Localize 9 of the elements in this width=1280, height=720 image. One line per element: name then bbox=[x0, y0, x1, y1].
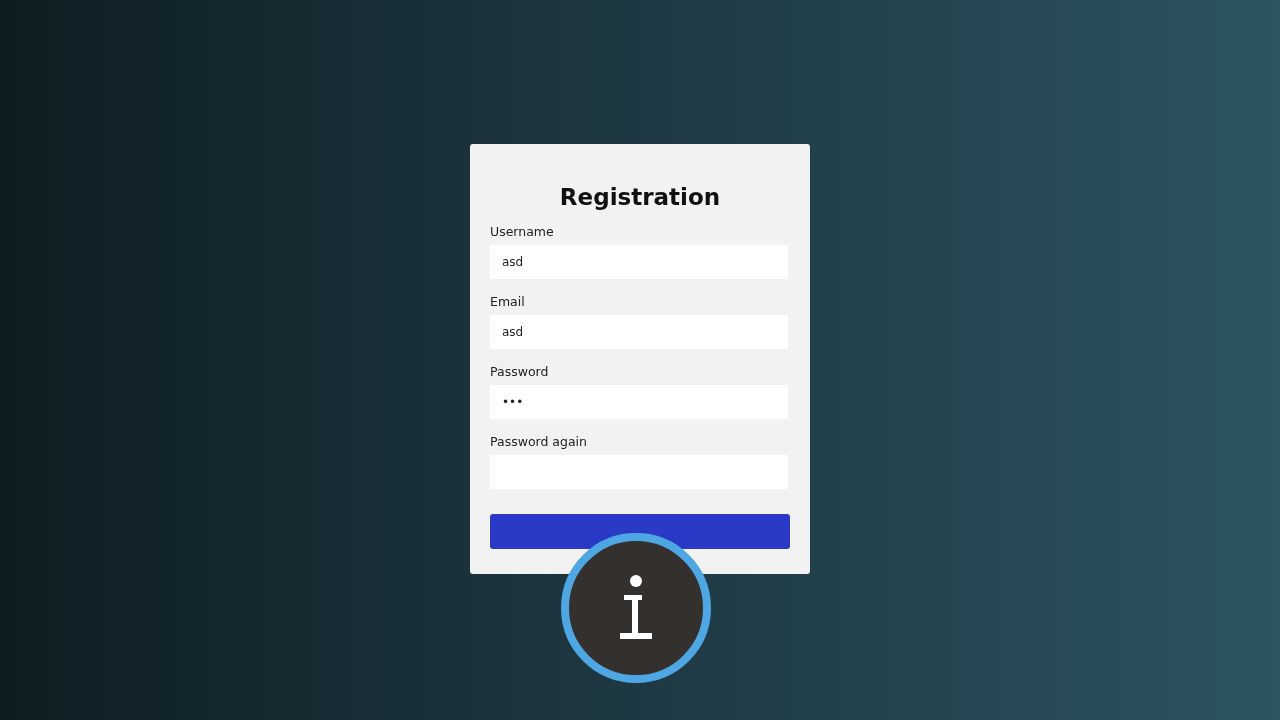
input-field[interactable]: asd bbox=[490, 245, 788, 279]
field-label: Username bbox=[490, 224, 554, 239]
submit-button[interactable] bbox=[490, 514, 790, 549]
field-label: Password bbox=[490, 364, 549, 379]
form-title: Registration bbox=[558, 184, 722, 210]
input-field[interactable]: ••• bbox=[490, 385, 788, 419]
field-label: Email bbox=[490, 294, 525, 309]
input-field[interactable]: asd bbox=[490, 315, 788, 349]
field-label: Password again bbox=[490, 434, 587, 449]
